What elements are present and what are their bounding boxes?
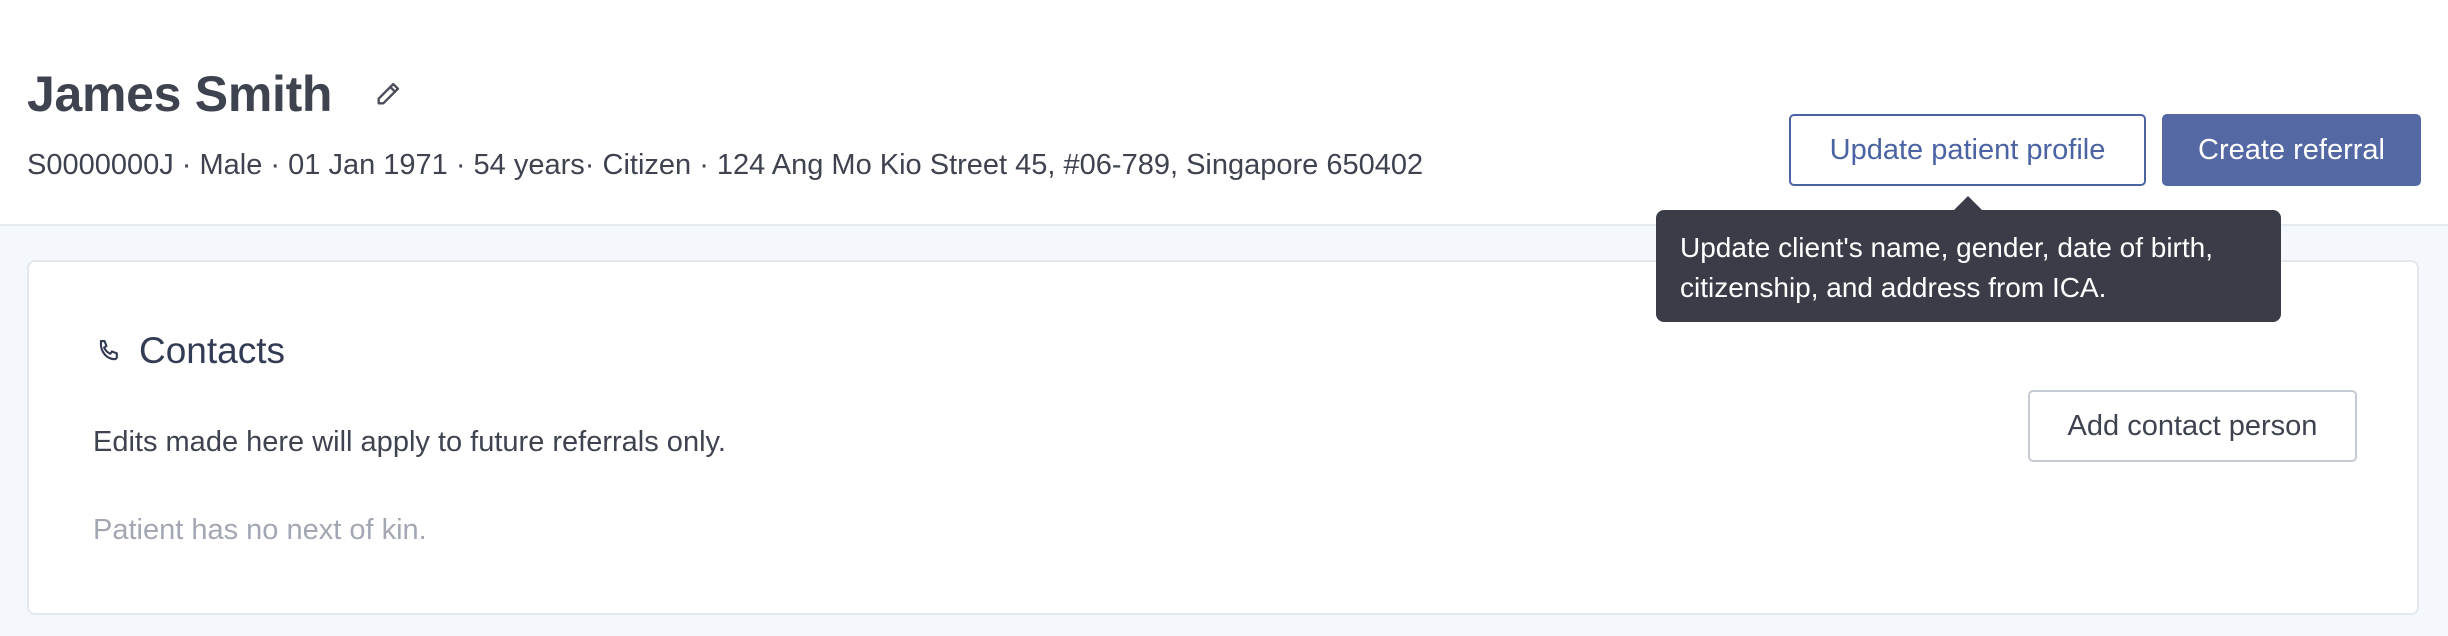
patient-details: S0000000J · Male · 01 Jan 1971 · 54 year… (27, 149, 1424, 181)
add-contact-person-button[interactable]: Add contact person (2028, 390, 2357, 462)
pencil-icon (377, 82, 400, 105)
contacts-title: Contacts (139, 330, 286, 371)
tooltip-arrow (1953, 196, 1983, 211)
no-next-of-kin-text: Patient has no next of kin. (93, 514, 427, 546)
patient-name-row: James Smith (27, 62, 408, 126)
edit-name-button[interactable] (368, 74, 408, 114)
create-referral-button[interactable]: Create referral (2162, 114, 2421, 186)
tooltip-line-1: Update client's name, gender, date of bi… (1680, 232, 2214, 263)
phone-icon (93, 335, 125, 367)
contacts-note: Edits made here will apply to future ref… (93, 426, 726, 458)
update-profile-tooltip: Update client's name, gender, date of bi… (1656, 210, 2281, 322)
contacts-heading: Contacts (93, 327, 285, 375)
patient-header: James Smith S0000000J · Male · 01 Jan 19… (0, 0, 2448, 226)
patient-name: James Smith (27, 66, 333, 122)
tooltip-line-2: citizenship, and address from ICA. (1680, 272, 2107, 303)
update-patient-profile-button[interactable]: Update patient profile (1789, 114, 2146, 186)
